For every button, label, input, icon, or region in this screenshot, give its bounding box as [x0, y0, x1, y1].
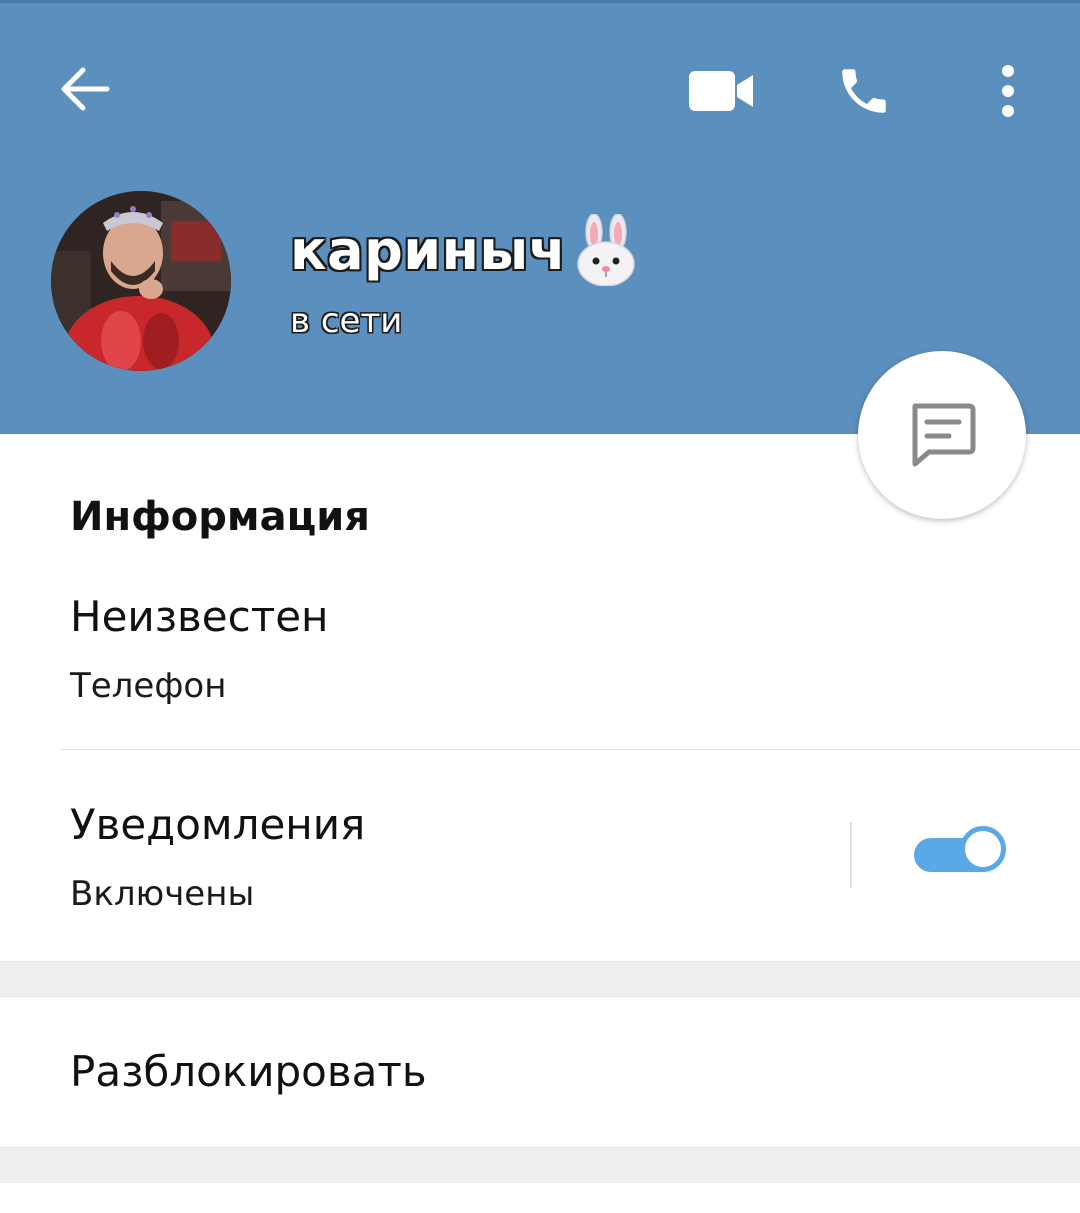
toggle-knob: [960, 826, 1006, 872]
unblock-button[interactable]: Разблокировать: [0, 997, 1080, 1147]
rabbit-emoji-icon: [577, 214, 636, 286]
notifications-toggle[interactable]: [914, 826, 1006, 878]
back-arrow-icon: [61, 67, 110, 111]
phone-icon: [842, 69, 886, 113]
contact-name: кариныч: [290, 214, 640, 286]
video-camera-icon: [689, 71, 753, 111]
section-spacer: [0, 961, 1080, 997]
unblock-label: Разблокировать: [70, 1047, 427, 1096]
avatar[interactable]: [51, 191, 231, 371]
send-message-button[interactable]: [858, 351, 1026, 519]
more-vert-icon: [1002, 65, 1014, 117]
notifications-state: Включены: [70, 874, 255, 914]
divider: [60, 749, 1080, 750]
message-icon: [912, 403, 976, 467]
more-options-button[interactable]: [982, 51, 1034, 131]
info-section-title: Информация: [70, 494, 370, 540]
section-spacer-bottom: [0, 1147, 1080, 1183]
vertical-divider: [850, 822, 852, 888]
online-status: в сети: [290, 301, 403, 341]
back-button[interactable]: [40, 49, 130, 129]
phone-label: Телефон: [70, 666, 227, 706]
contact-name-text: кариныч: [290, 218, 567, 282]
notifications-title[interactable]: Уведомления: [70, 800, 365, 849]
phone-value[interactable]: Неизвестен: [70, 592, 329, 641]
video-call-button[interactable]: [680, 53, 764, 129]
avatar-photo: [51, 191, 231, 371]
voice-call-button[interactable]: [826, 51, 902, 131]
